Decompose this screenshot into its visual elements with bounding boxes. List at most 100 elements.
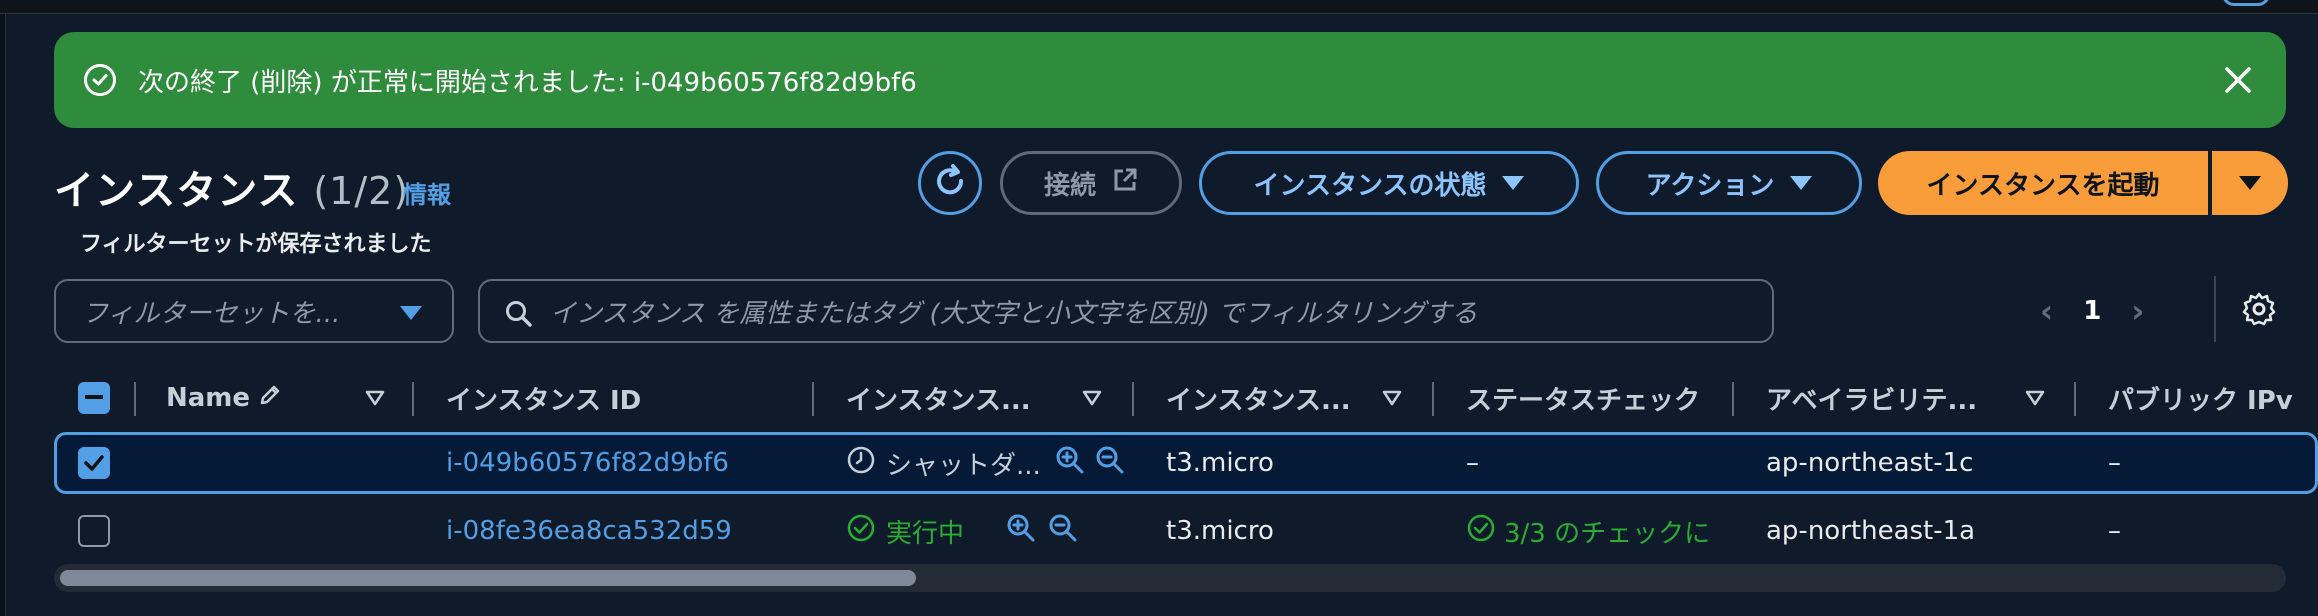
actions-label: アクション [1645, 170, 1775, 201]
column-header-label: パブリック IPv [2108, 385, 2293, 416]
instance-state-text: 実行中 [886, 518, 965, 549]
saved-filter-set-select[interactable]: フィルターセットを... [54, 279, 454, 343]
instance-state-text: シャットダ... [886, 450, 1041, 481]
instance-id-link[interactable]: i-08fe36ea8ca532d59 [446, 500, 806, 562]
column-separator [1432, 382, 1434, 416]
connect-button-label: 接続 [1043, 170, 1096, 201]
check-circle-icon [1466, 513, 1496, 550]
row-checkbox[interactable] [78, 500, 110, 562]
page-title-text: インスタンス [54, 168, 299, 214]
instance-type: t3.micro [1166, 516, 1274, 546]
column-header-label: アベイラビリテ... [1766, 385, 1978, 416]
status-check-cell: 3/3 のチェックに [1466, 500, 1736, 562]
checkbox-checked-icon [78, 447, 110, 479]
column-header-label: ステータスチェック [1466, 385, 1701, 416]
table-header-row: Name インスタンス ID インスタンス... インスタンス... ステータス… [54, 370, 2318, 426]
actions-dropdown[interactable]: アクション [1596, 151, 1862, 215]
column-separator [812, 382, 814, 416]
checkbox-unchecked-icon [78, 515, 110, 547]
gear-icon [2242, 292, 2276, 330]
external-link-icon [1112, 167, 1138, 200]
side-navigation-rail [0, 14, 6, 616]
refresh-button[interactable] [918, 151, 982, 215]
instance-state-cell: 実行中 [846, 500, 1126, 562]
indeterminate-checkbox-icon [78, 382, 110, 414]
pager-divider [2214, 276, 2216, 342]
instance-state-label: インスタンスの状態 [1253, 170, 1487, 201]
status-check-text[interactable]: 3/3 のチェックに [1504, 513, 1710, 550]
user-avatar[interactable] [2222, 0, 2270, 6]
instance-type: t3.micro [1166, 448, 1274, 478]
instance-state-dropdown[interactable]: インスタンスの状態 [1199, 151, 1579, 215]
top-navigation-bar [0, 0, 2318, 14]
launch-instance-label: インスタンスを起動 [1926, 170, 2160, 201]
pencil-icon [258, 383, 282, 414]
column-header-label: インスタンス... [1166, 385, 1351, 416]
notification-message: 次の終了 (削除) が正常に開始されました: i-049b60576f82d9b… [138, 67, 917, 98]
launch-instance-button[interactable]: インスタンスを起動 [1878, 151, 2208, 215]
check-circle-icon [846, 513, 876, 550]
column-header-label: Name [166, 383, 251, 413]
close-icon[interactable] [2218, 60, 2258, 100]
check-circle-icon [84, 64, 116, 96]
availability-zone: ap-northeast-1a [1766, 516, 1976, 546]
column-separator [1132, 382, 1134, 416]
column-separator [1732, 382, 1734, 416]
public-ip: – [2108, 448, 2121, 478]
column-header-name[interactable]: Name [166, 370, 316, 426]
chevron-right-icon[interactable]: › [2131, 292, 2144, 330]
sort-caret-icon[interactable] [2025, 390, 2045, 410]
column-header-status-check[interactable]: ステータスチェック [1466, 370, 1716, 426]
scrollbar-thumb[interactable] [60, 570, 916, 586]
column-header-public-ip[interactable]: パブリック IPv [2108, 370, 2318, 426]
column-header-instance-type[interactable]: インスタンス... [1166, 370, 1376, 426]
sort-caret-icon[interactable] [1082, 390, 1102, 410]
horizontal-scrollbar[interactable] [54, 564, 2286, 592]
zoom-in-icon[interactable] [1006, 513, 1036, 550]
success-notification: 次の終了 (削除) が正常に開始されました: i-049b60576f82d9b… [54, 32, 2286, 128]
info-link[interactable]: 情報 [403, 175, 451, 210]
public-ip: – [2108, 516, 2121, 546]
pagination: ‹ 1 › [2040, 288, 2144, 334]
column-header-label: インスタンス ID [446, 385, 642, 416]
instance-name [166, 435, 406, 491]
instance-id-link[interactable]: i-049b60576f82d9bf6 [446, 435, 806, 491]
select-all-checkbox[interactable] [78, 370, 110, 426]
caret-down-icon [400, 306, 422, 320]
clock-icon [846, 445, 876, 482]
saved-filter-set-label: フィルターセットが保存されました [80, 232, 432, 257]
status-check: – [1466, 448, 1479, 478]
instance-name [166, 500, 406, 562]
instances-table: Name インスタンス ID インスタンス... インスタンス... ステータス… [54, 370, 2318, 592]
zoom-out-icon[interactable] [1095, 445, 1125, 482]
table-settings-button[interactable] [2236, 288, 2282, 334]
column-header-instance-id[interactable]: インスタンス ID [446, 370, 796, 426]
caret-down-icon [1790, 176, 1813, 190]
row-checkbox[interactable] [78, 435, 110, 491]
zoom-out-icon[interactable] [1048, 513, 1078, 550]
search-icon [504, 299, 534, 336]
sort-caret-icon[interactable] [1382, 390, 1402, 410]
caret-down-icon [1502, 176, 1525, 190]
availability-zone: ap-northeast-1c [1766, 448, 1974, 478]
instance-state-cell: シャットダ... [846, 435, 1126, 491]
zoom-in-icon[interactable] [1055, 445, 1085, 482]
column-header-instance-state[interactable]: インスタンス... [846, 370, 1056, 426]
launch-instance-split-dropdown[interactable] [2212, 151, 2288, 215]
chevron-left-icon[interactable]: ‹ [2040, 292, 2053, 330]
column-header-availability-zone[interactable]: アベイラビリテ... [1766, 370, 2006, 426]
saved-filter-set-placeholder: フィルターセットを... [82, 298, 341, 329]
instance-search-input[interactable]: インスタンス を属性またはタグ (大文字と小文字を区別) でフィルタリングする [478, 279, 1774, 343]
current-page[interactable]: 1 [2083, 296, 2101, 326]
connect-button[interactable]: 接続 [1000, 151, 1182, 215]
caret-down-icon [2239, 176, 2261, 190]
sort-caret-icon[interactable] [365, 390, 385, 410]
table-row[interactable]: i-08fe36ea8ca532d59 実行中 t3.micro 3/3 のチェ… [54, 500, 2318, 562]
table-row[interactable]: i-049b60576f82d9bf6 シャットダ... t3.micro – … [54, 432, 2318, 494]
refresh-icon [932, 163, 968, 203]
selection-count: (1/2) [313, 169, 410, 213]
search-placeholder: インスタンス を属性またはタグ (大文字と小文字を区別) でフィルタリングする [550, 298, 1478, 329]
column-separator [2074, 382, 2076, 416]
page-title: インスタンス (1/2) [54, 158, 409, 216]
column-separator [412, 382, 414, 416]
